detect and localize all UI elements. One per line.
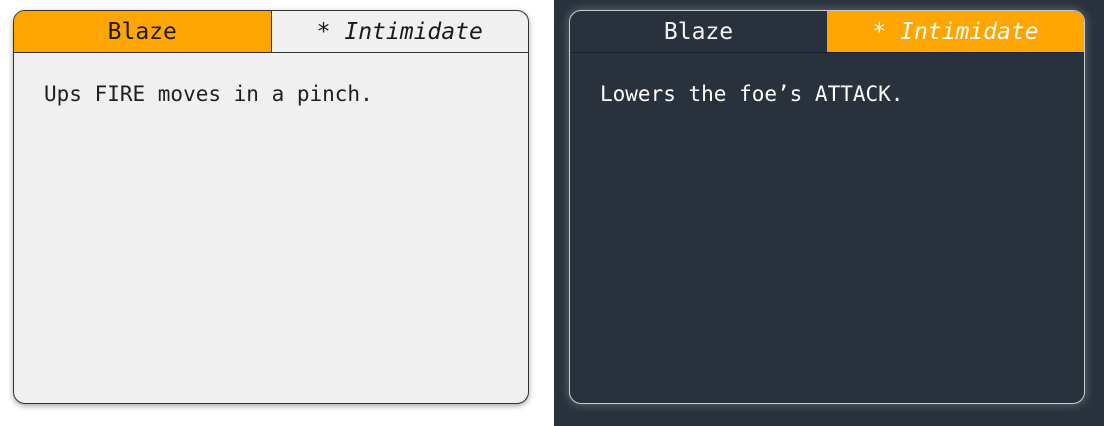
ability-tabs-dark: Blaze * Intimidate [570, 11, 1084, 53]
tab-intimidate-dark[interactable]: * Intimidate [827, 11, 1084, 52]
ability-description-dark: Lowers the foe’s ATTACK. [600, 82, 904, 106]
tab-intimidate-light[interactable]: * Intimidate [272, 11, 529, 52]
ability-card-dark: Blaze * Intimidate Lowers the foe’s ATTA… [569, 10, 1085, 404]
light-theme-area: Blaze * Intimidate Ups FIRE moves in a p… [0, 0, 554, 426]
ability-tabs-light: Blaze * Intimidate [14, 11, 528, 53]
tab-blaze-dark[interactable]: Blaze [570, 11, 827, 52]
tab-blaze-light[interactable]: Blaze [14, 11, 272, 52]
dark-theme-area: Blaze * Intimidate Lowers the foe’s ATTA… [554, 0, 1104, 426]
ability-description-light: Ups FIRE moves in a pinch. [44, 82, 373, 106]
ability-card-light: Blaze * Intimidate Ups FIRE moves in a p… [13, 10, 529, 404]
